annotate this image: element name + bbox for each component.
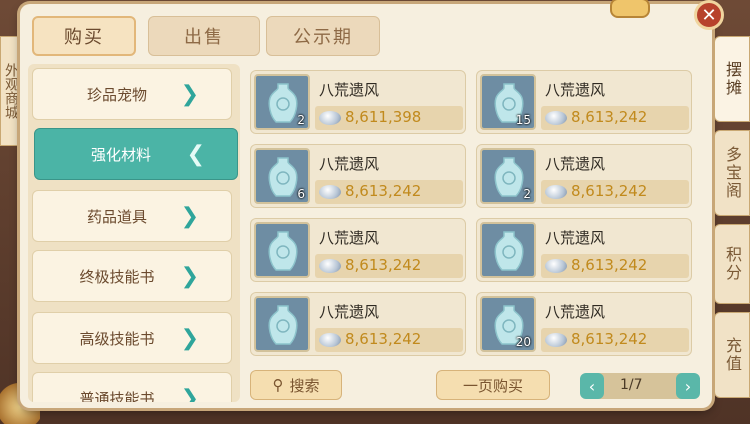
search-icon: ⚲: [272, 376, 284, 394]
item-quantity: 2: [523, 187, 531, 201]
item-name: 八荒遗风: [545, 229, 606, 247]
price-bar: 8,611,398: [315, 106, 463, 130]
category-label: 强化材料: [90, 145, 151, 164]
item-name: 八荒遗风: [319, 229, 380, 247]
item-card[interactable]: 15 八荒遗风 8,613,242: [476, 70, 692, 134]
search-button[interactable]: ⚲ 搜索: [250, 370, 342, 400]
price-bar: 8,613,242: [315, 328, 463, 352]
item-price: 8,611,398: [345, 108, 422, 126]
tab-sell[interactable]: 出售: [148, 16, 260, 56]
prev-page-button[interactable]: ‹: [580, 373, 604, 399]
vase-graphic: [494, 231, 524, 271]
footer-bar: ⚲ 搜索 一页购买 ‹ 1/7 ›: [250, 370, 700, 402]
item-price: 8,613,242: [571, 330, 648, 348]
item-card[interactable]: 八荒遗风 8,613,242: [250, 292, 466, 356]
price-bar: 8,613,242: [541, 180, 689, 204]
vase-icon: 15: [480, 74, 536, 130]
market-window: ✕ 购买 出售 公示期 珍品宠物 ❯ 强化材料 ❮ 药品道具 ❯ 终极技能书 ❯ 高级技…: [20, 0, 724, 408]
vase-icon: [254, 222, 310, 278]
silver-coin-icon: [319, 111, 341, 125]
chevron-right-icon: ❯: [180, 204, 199, 229]
item-name: 八荒遗风: [545, 81, 606, 99]
pager: ‹ 1/7 ›: [580, 373, 700, 399]
vase-icon: 20: [480, 296, 536, 352]
item-quantity: 2: [297, 113, 305, 127]
price-bar: 8,613,242: [541, 328, 689, 352]
category-item[interactable]: 药品道具 ❯: [32, 190, 232, 242]
chevron-right-icon: ❯: [180, 82, 199, 107]
item-price: 8,613,242: [345, 330, 422, 348]
outer-store-tab[interactable]: 外观商城: [0, 36, 22, 146]
chevron-right-icon: ❯: [180, 326, 199, 351]
vase-icon: 2: [480, 148, 536, 204]
item-card[interactable]: 2 八荒遗风 8,611,398: [250, 70, 466, 134]
item-name: 八荒遗风: [545, 155, 606, 173]
silver-coin-icon: [319, 259, 341, 273]
vase-icon: [480, 222, 536, 278]
category-label: 药品道具: [86, 207, 147, 226]
buy-page-button[interactable]: 一页购买: [436, 370, 550, 400]
category-item[interactable]: 终极技能书 ❯: [32, 250, 232, 302]
item-card[interactable]: 八荒遗风 8,613,242: [476, 218, 692, 282]
category-label: 终极技能书: [79, 267, 155, 286]
silver-coin-icon: [545, 185, 567, 199]
price-bar: 8,613,242: [541, 254, 689, 278]
category-label: 珍品宠物: [86, 85, 147, 104]
item-grid: 2 八荒遗风 8,611,398 15 八荒遗风 8,613,242 6 八荒遗风 8,613,…: [250, 70, 700, 362]
vase-icon: [254, 296, 310, 352]
category-item[interactable]: 高级技能书 ❯: [32, 312, 232, 364]
category-list[interactable]: 珍品宠物 ❯ 强化材料 ❮ 药品道具 ❯ 终极技能书 ❯ 高级技能书 ❯ 普通技能书 ❯: [28, 64, 240, 402]
next-page-button[interactable]: ›: [676, 373, 700, 399]
chevron-left-icon: ❮: [186, 142, 205, 167]
item-quantity: 15: [515, 113, 531, 127]
item-price: 8,613,242: [345, 256, 422, 274]
category-label: 高级技能书: [79, 329, 155, 348]
side-tab-stall[interactable]: 摆摊: [714, 36, 750, 122]
side-tab-points[interactable]: 积分: [714, 224, 750, 304]
item-card[interactable]: 6 八荒遗风 8,613,242: [250, 144, 466, 208]
search-label: 搜索: [289, 376, 320, 395]
category-item[interactable]: 珍品宠物 ❯: [32, 68, 232, 120]
item-price: 8,613,242: [571, 256, 648, 274]
vase-graphic: [268, 157, 298, 197]
top-tab-bar: 购买 出售 公示期: [20, 4, 712, 64]
category-item-active[interactable]: 强化材料 ❮: [34, 128, 238, 180]
silver-coin-icon: [319, 185, 341, 199]
item-name: 八荒遗风: [545, 303, 606, 321]
item-name: 八荒遗风: [319, 81, 380, 99]
tab-buy[interactable]: 购买: [32, 16, 136, 56]
page-indicator: 1/7: [620, 377, 643, 393]
silver-coin-icon: [545, 259, 567, 273]
price-bar: 8,613,242: [315, 254, 463, 278]
item-name: 八荒遗风: [319, 155, 380, 173]
price-bar: 8,613,242: [541, 106, 689, 130]
item-price: 8,613,242: [571, 182, 648, 200]
silver-coin-icon: [545, 111, 567, 125]
item-card[interactable]: 八荒遗风 8,613,242: [250, 218, 466, 282]
chevron-right-icon: ❯: [180, 386, 199, 402]
item-price: 8,613,242: [571, 108, 648, 126]
vase-graphic: [268, 231, 298, 271]
vase-icon: 6: [254, 148, 310, 204]
vase-graphic: [268, 83, 298, 123]
category-item[interactable]: 普通技能书 ❯: [32, 372, 232, 402]
item-name: 八荒遗风: [319, 303, 380, 321]
side-tab-treasure[interactable]: 多宝阁: [714, 130, 750, 216]
silver-coin-icon: [545, 333, 567, 347]
category-label: 普通技能书: [79, 389, 155, 403]
item-card[interactable]: 20 八荒遗风 8,613,242: [476, 292, 692, 356]
vase-graphic: [268, 305, 298, 345]
item-card[interactable]: 2 八荒遗风 8,613,242: [476, 144, 692, 208]
vase-graphic: [494, 157, 524, 197]
item-quantity: 20: [515, 335, 531, 349]
vase-icon: 2: [254, 74, 310, 130]
tab-notice[interactable]: 公示期: [266, 16, 380, 56]
chevron-right-icon: ❯: [180, 264, 199, 289]
side-tab-recharge[interactable]: 充值: [714, 312, 750, 398]
item-quantity: 6: [297, 187, 305, 201]
item-price: 8,613,242: [345, 182, 422, 200]
silver-coin-icon: [319, 333, 341, 347]
price-bar: 8,613,242: [315, 180, 463, 204]
